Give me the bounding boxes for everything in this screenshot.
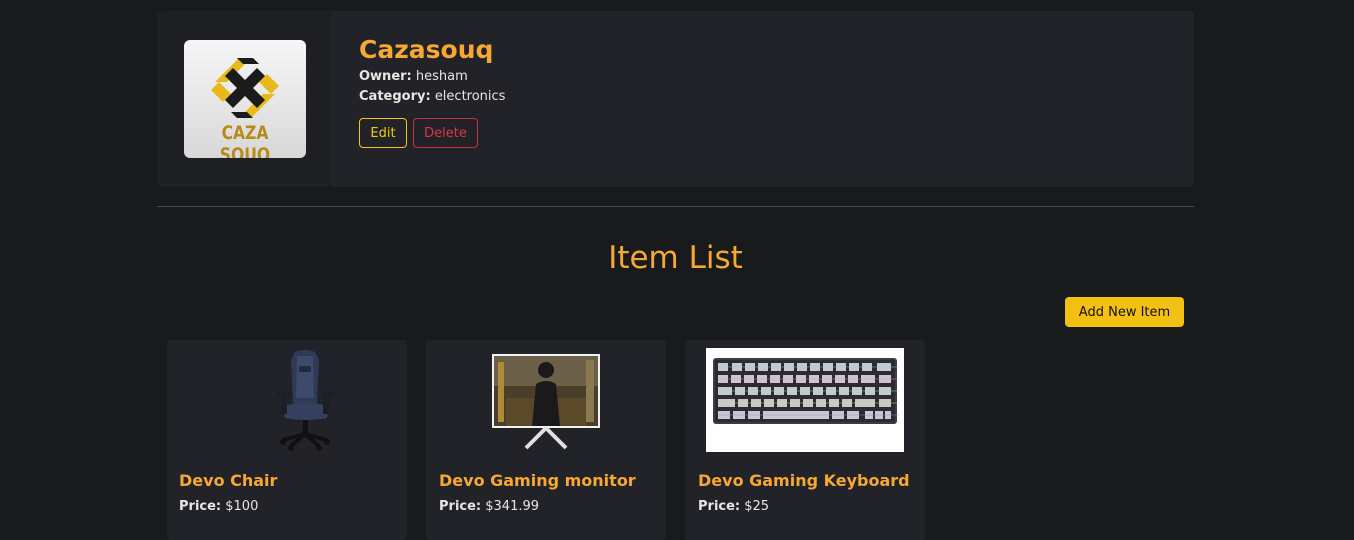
gaming-keyboard-image bbox=[706, 348, 904, 452]
owner-value: hesham bbox=[415, 69, 468, 84]
item-name[interactable]: Devo Gaming Keyboard bbox=[698, 471, 910, 490]
item-price: Price: $25 bbox=[698, 499, 769, 514]
item-name[interactable]: Devo Chair bbox=[179, 471, 277, 490]
price-value: $100 bbox=[225, 499, 259, 514]
store-card: CAZA SOUQ Cazasouq Owner: hesham Categor… bbox=[157, 11, 1194, 187]
store-logo-text: CAZA SOUQ bbox=[219, 122, 271, 158]
store-logo-column: CAZA SOUQ bbox=[157, 11, 331, 187]
gaming-chair-image bbox=[187, 348, 387, 452]
edit-button[interactable]: Edit bbox=[359, 118, 407, 148]
item-price: Price: $100 bbox=[179, 499, 258, 514]
store-name: Cazasouq bbox=[359, 35, 494, 64]
add-new-item-button[interactable]: Add New Item bbox=[1065, 297, 1184, 327]
item-price: Price: $341.99 bbox=[439, 499, 539, 514]
item-card[interactable]: Devo Gaming Keyboard Price: $25 bbox=[685, 340, 925, 540]
store-logo: CAZA SOUQ bbox=[184, 40, 306, 158]
item-card[interactable]: Devo Gaming monitor Price: $341.99 bbox=[426, 340, 666, 540]
item-list-title: Item List bbox=[608, 240, 743, 276]
price-label: Price: bbox=[439, 499, 482, 514]
store-actions: Edit Delete bbox=[359, 118, 505, 148]
price-label: Price: bbox=[179, 499, 222, 514]
gaming-monitor-image bbox=[446, 348, 646, 452]
price-value: $341.99 bbox=[485, 499, 540, 514]
item-name[interactable]: Devo Gaming monitor bbox=[439, 471, 636, 490]
category-label: Category: bbox=[359, 89, 431, 104]
delete-button[interactable]: Delete bbox=[413, 118, 478, 148]
category-value: electronics bbox=[434, 89, 506, 104]
store-info: Cazasouq Owner: hesham Category: electro… bbox=[359, 33, 505, 148]
price-value: $25 bbox=[744, 499, 770, 514]
store-category: Category: electronics bbox=[359, 87, 505, 107]
price-label: Price: bbox=[698, 499, 741, 514]
store-owner: Owner: hesham bbox=[359, 67, 505, 87]
divider bbox=[157, 206, 1194, 207]
owner-label: Owner: bbox=[359, 69, 412, 84]
item-card[interactable]: Devo Chair Price: $100 bbox=[167, 340, 407, 540]
